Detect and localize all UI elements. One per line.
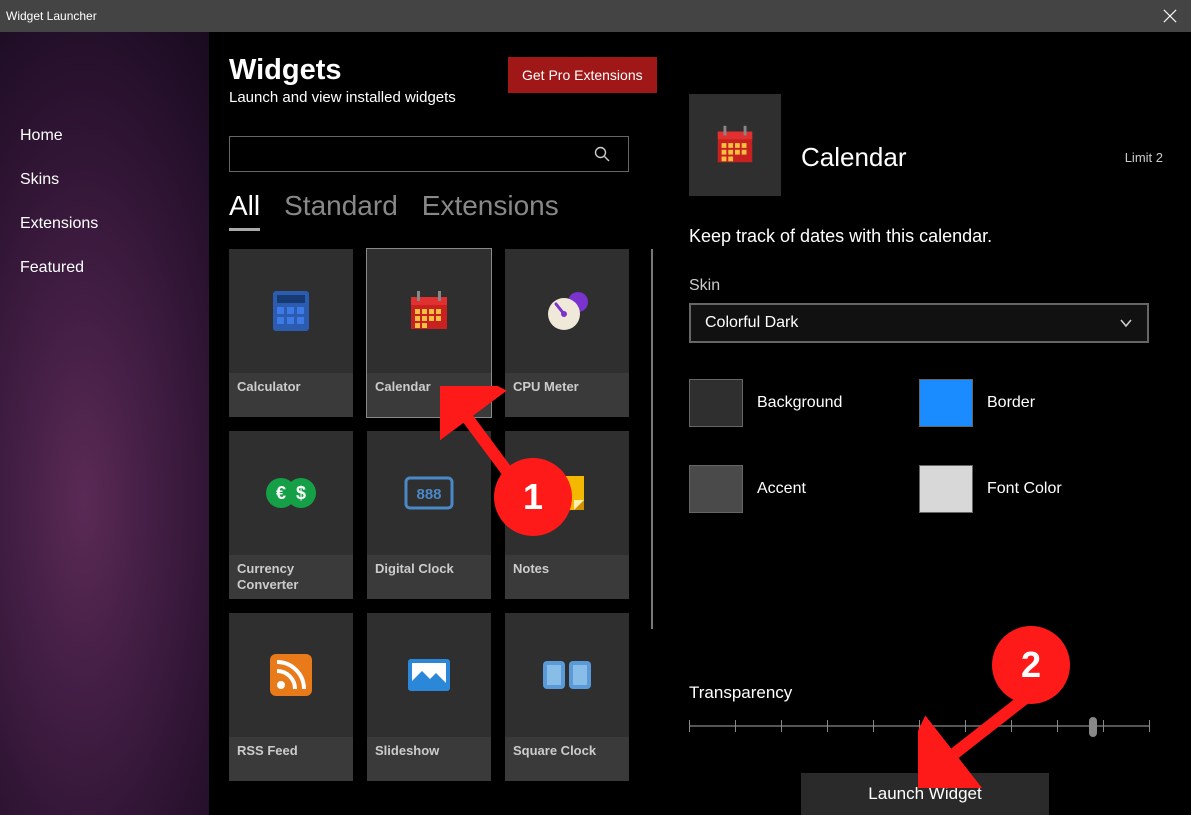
font-color-label: Font Color — [987, 480, 1062, 498]
cpu-meter-icon — [542, 286, 592, 336]
skin-select[interactable]: Colorful Dark — [689, 303, 1149, 343]
currency-icon: €$ — [261, 473, 321, 513]
get-pro-button[interactable]: Get Pro Extensions — [508, 57, 657, 93]
widget-grid: Calculator Calendar CPU Meter €$ Currenc… — [229, 249, 639, 781]
chevron-down-icon — [1119, 316, 1133, 330]
sidebar-item-home[interactable]: Home — [0, 114, 209, 158]
slider-thumb[interactable] — [1089, 717, 1097, 737]
widget-tile-slideshow[interactable]: Slideshow — [367, 613, 491, 781]
annotation-step-1: 1 — [494, 458, 572, 536]
widget-tile-square-clock[interactable]: Square Clock — [505, 613, 629, 781]
detail-title: Calendar — [801, 142, 907, 173]
sidebar-item-skins[interactable]: Skins — [0, 158, 209, 202]
widget-tile-currency[interactable]: €$ Currency Converter — [229, 431, 353, 599]
detail-description: Keep track of dates with this calendar. — [689, 226, 1163, 247]
detail-icon — [689, 94, 781, 196]
detail-limit: Limit 2 — [1125, 150, 1163, 165]
font-color-swatch[interactable] — [919, 465, 973, 513]
sidebar-item-featured[interactable]: Featured — [0, 246, 209, 290]
svg-text:€: € — [276, 483, 286, 503]
accent-color-label: Accent — [757, 480, 806, 498]
search-icon — [594, 146, 610, 162]
svg-text:$: $ — [296, 483, 306, 503]
close-icon — [1163, 9, 1177, 23]
calendar-icon — [405, 287, 453, 335]
accent-color-swatch[interactable] — [689, 465, 743, 513]
annotation-step-2: 2 — [992, 626, 1070, 704]
slideshow-icon — [406, 657, 452, 693]
tab-all[interactable]: All — [229, 190, 260, 231]
widget-tile-rss[interactable]: RSS Feed — [229, 613, 353, 781]
background-color-swatch[interactable] — [689, 379, 743, 427]
sidebar-item-extensions[interactable]: Extensions — [0, 202, 209, 246]
background-color-label: Background — [757, 394, 842, 412]
tab-standard[interactable]: Standard — [284, 190, 398, 228]
search-input[interactable] — [229, 136, 629, 172]
sidebar: Home Skins Extensions Featured — [0, 32, 209, 815]
title-bar: Widget Launcher — [0, 0, 1191, 32]
calculator-icon — [267, 287, 315, 335]
window-title: Widget Launcher — [6, 9, 97, 23]
svg-text:888: 888 — [416, 486, 441, 503]
border-color-swatch[interactable] — [919, 379, 973, 427]
filter-tabs: All Standard Extensions — [229, 190, 639, 231]
widget-list-panel: Widgets Launch and view installed widget… — [209, 32, 659, 815]
widget-tile-calculator[interactable]: Calculator — [229, 249, 353, 417]
square-clock-icon — [539, 657, 595, 693]
skin-label: Skin — [689, 277, 1163, 295]
tab-extensions[interactable]: Extensions — [422, 190, 559, 228]
border-color-label: Border — [987, 394, 1035, 412]
calendar-icon — [712, 122, 758, 168]
rss-icon — [270, 654, 312, 696]
close-button[interactable] — [1161, 7, 1179, 25]
